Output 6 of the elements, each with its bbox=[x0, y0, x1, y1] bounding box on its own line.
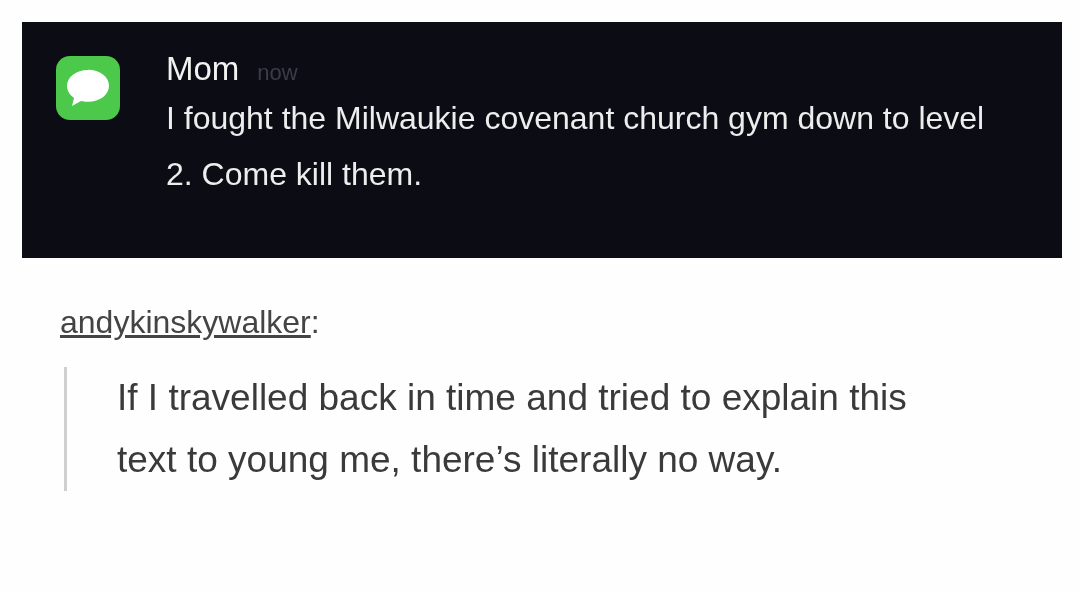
sender-name: Mom bbox=[166, 50, 240, 88]
username-link[interactable]: andykinskywalker bbox=[60, 304, 311, 341]
message-text: I fought the Milwaukie covenant church gym down to level 2. Come kill them. bbox=[166, 99, 986, 194]
colon-text: : bbox=[310, 304, 320, 341]
quote-text: If I travelled back in time and tried to explain this text to young me, there’s literally no way. bbox=[117, 376, 908, 482]
message-bubble-icon bbox=[56, 56, 120, 120]
